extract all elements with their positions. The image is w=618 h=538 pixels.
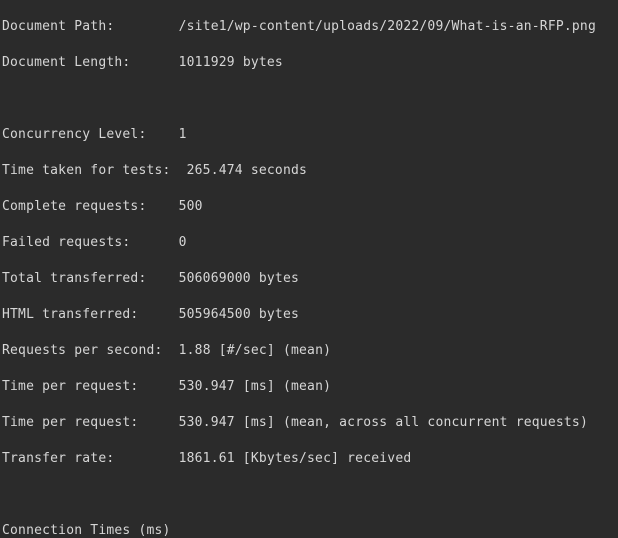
label: HTML transferred: bbox=[2, 307, 138, 322]
summary-row: HTML transferred: 505964500 bytes bbox=[2, 306, 616, 324]
value: 1 bbox=[179, 127, 187, 142]
summary-row: Time per request: 530.947 [ms] (mean) bbox=[2, 378, 616, 396]
summary-row: Transfer rate: 1861.61 [Kbytes/sec] rece… bbox=[2, 450, 616, 468]
label: Transfer rate: bbox=[2, 451, 114, 466]
terminal-output: Document Path: /site1/wp-content/uploads… bbox=[0, 0, 618, 538]
summary-row: Total transferred: 506069000 bytes bbox=[2, 270, 616, 288]
summary-row: Document Length: 1011929 bytes bbox=[2, 54, 616, 72]
value: 500 bbox=[179, 199, 203, 214]
summary-row: Complete requests: 500 bbox=[2, 198, 616, 216]
label: Document Length: bbox=[2, 55, 130, 70]
value: 530.947 [ms] (mean) bbox=[179, 379, 332, 394]
label: Concurrency Level: bbox=[2, 127, 146, 142]
blank-line bbox=[2, 90, 616, 108]
label: Total transferred: bbox=[2, 271, 146, 286]
value: 530.947 [ms] (mean, across all concurren… bbox=[179, 415, 588, 430]
label: Complete requests: bbox=[2, 199, 146, 214]
summary-row: Concurrency Level: 1 bbox=[2, 126, 616, 144]
summary-row: Document Path: /site1/wp-content/uploads… bbox=[2, 18, 616, 36]
value: 265.474 seconds bbox=[187, 163, 307, 178]
value: 505964500 bytes bbox=[179, 307, 299, 322]
summary-row: Requests per second: 1.88 [#/sec] (mean) bbox=[2, 342, 616, 360]
label: Document Path: bbox=[2, 19, 114, 34]
value: 506069000 bytes bbox=[179, 271, 299, 286]
value: /site1/wp-content/uploads/2022/09/What-i… bbox=[179, 19, 596, 34]
label: Requests per second: bbox=[2, 343, 163, 358]
blank-line bbox=[2, 486, 616, 504]
conn-times-title: Connection Times (ms) bbox=[2, 522, 616, 538]
value: 1011929 bytes bbox=[179, 55, 283, 70]
value: 1861.61 [Kbytes/sec] received bbox=[179, 451, 412, 466]
value: 0 bbox=[179, 235, 187, 250]
label: Failed requests: bbox=[2, 235, 130, 250]
summary-row: Time taken for tests: 265.474 seconds bbox=[2, 162, 616, 180]
label: Time per request: bbox=[2, 379, 138, 394]
label: Time taken for tests: bbox=[2, 163, 171, 178]
value: 1.88 [#/sec] (mean) bbox=[179, 343, 332, 358]
summary-row: Failed requests: 0 bbox=[2, 234, 616, 252]
summary-row: Time per request: 530.947 [ms] (mean, ac… bbox=[2, 414, 616, 432]
label: Time per request: bbox=[2, 415, 138, 430]
